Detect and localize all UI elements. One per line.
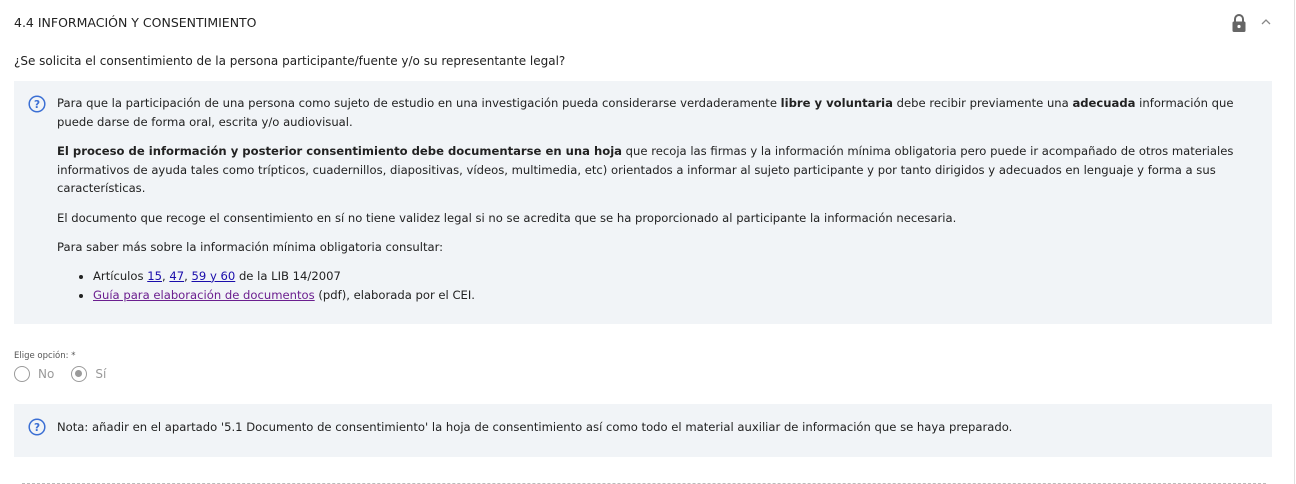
text: Para que la participación de una persona…: [57, 96, 781, 110]
info-box: ? Para que la participación de una perso…: [14, 81, 1272, 324]
chevron-up-icon[interactable]: [1258, 14, 1274, 30]
list-item: Guía para elaboración de documentos (pdf…: [93, 286, 1247, 305]
radio-circle[interactable]: [71, 366, 88, 382]
emphasis-text: adecuada: [1072, 96, 1136, 110]
note-box: ? Nota: añadir en el apartado '5.1 Docum…: [14, 404, 1272, 457]
radio-circle[interactable]: [14, 366, 30, 382]
info-paragraph-4: Para saber más sobre la información míni…: [57, 240, 444, 254]
radio-label: No: [38, 367, 55, 381]
radio-no[interactable]: No: [14, 366, 54, 382]
text: (pdf), elaborada por el CEI.: [314, 287, 475, 302]
info-paragraph-2: El proceso de información y posterior co…: [57, 142, 1247, 198]
section-header[interactable]: 4.4 INFORMACIÓN Y CONSENTIMIENTO: [14, 14, 1284, 34]
note-text: Nota: añadir en el apartado '5.1 Documen…: [57, 420, 1013, 434]
emphasis-text: El proceso de información y posterior co…: [57, 144, 622, 158]
info-paragraph-1: Para que la participación de una persona…: [57, 94, 1247, 131]
lock-icon: [1232, 14, 1246, 32]
consent-radio-group: No Sí: [14, 366, 118, 386]
help-circle-icon: ?: [28, 418, 46, 436]
list-item: Artículos 15, 47, 59 y 60 de la LIB 14/2…: [93, 267, 1247, 286]
help-circle-icon: ?: [28, 95, 46, 113]
article-47-link[interactable]: 47: [169, 269, 184, 283]
choice-label: Elige opción: *: [14, 351, 76, 361]
guide-document-link[interactable]: Guía para elaboración de documentos: [93, 288, 315, 302]
radio-label: Sí: [95, 367, 107, 381]
radio-si[interactable]: Sí: [71, 366, 106, 382]
section-panel: 4.4 INFORMACIÓN Y CONSENTIMIENTO ¿Se sol…: [0, 0, 1295, 484]
article-15-link[interactable]: 15: [147, 269, 162, 283]
text: de la LIB 14/2007: [235, 268, 341, 283]
text: debe recibir previamente una: [892, 96, 1073, 110]
reference-list: Artículos 15, 47, 59 y 60 de la LIB 14/2…: [57, 267, 1247, 305]
emphasis-text: libre y voluntaria: [780, 96, 893, 110]
info-content: Para que la participación de una persona…: [57, 94, 1247, 305]
text: ,: [184, 268, 192, 283]
section-title: 4.4 INFORMACIÓN Y CONSENTIMIENTO: [14, 15, 257, 30]
info-paragraph-3: El documento que recoge el consentimient…: [57, 210, 957, 225]
svg-text:?: ?: [34, 99, 40, 111]
text: Artículos: [93, 268, 148, 283]
question-text: ¿Se solicita el consentimiento de la per…: [14, 54, 566, 68]
article-59-60-link[interactable]: 59 y 60: [192, 269, 236, 283]
svg-text:?: ?: [34, 422, 40, 434]
